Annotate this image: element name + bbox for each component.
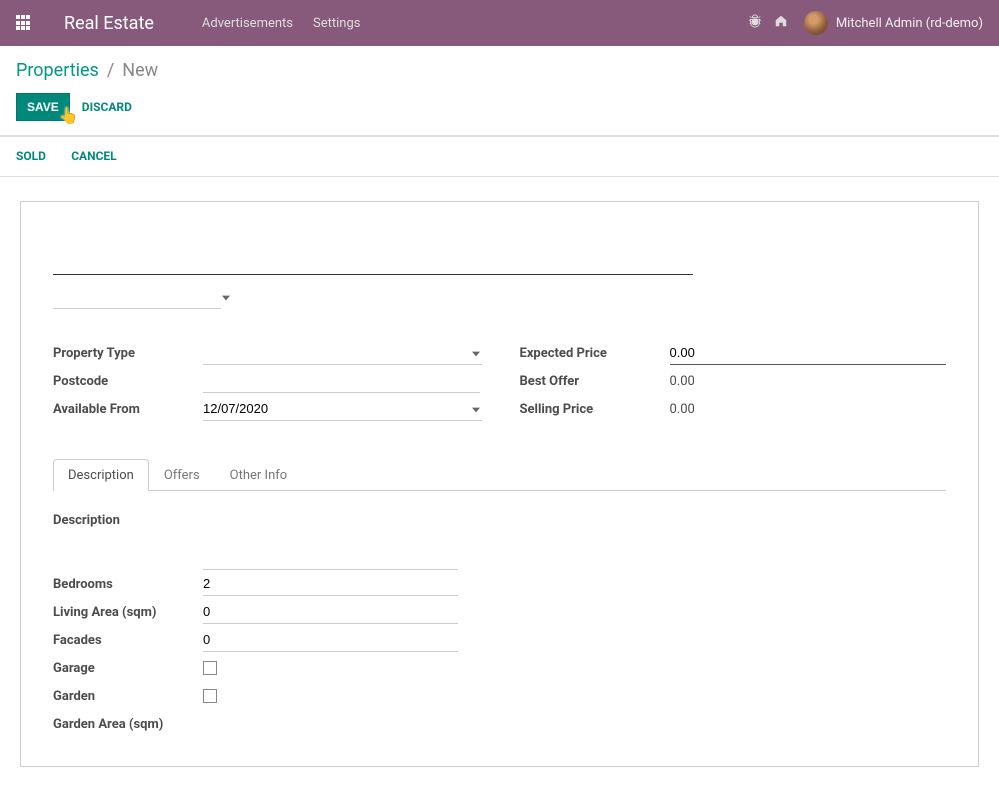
- bedrooms-input[interactable]: [203, 572, 458, 596]
- expected-price-input[interactable]: [670, 341, 947, 365]
- postcode-input[interactable]: [203, 369, 480, 393]
- breadcrumb-separator: /: [107, 60, 114, 81]
- description-section-title: Description: [53, 513, 946, 528]
- save-button[interactable]: SAVE👆: [16, 93, 70, 121]
- bedrooms-label: Bedrooms: [53, 577, 203, 592]
- available-from-input[interactable]: [203, 397, 482, 421]
- button-bar: SAVE👆 DISCARD: [0, 89, 999, 136]
- form-sheet-wrapper: Property Type Postcode Available From Ex…: [0, 177, 999, 791]
- statusbar: SOLD CANCEL: [0, 136, 999, 177]
- best-offer-value: 0.00: [670, 370, 947, 393]
- property-name-input[interactable]: [53, 230, 693, 275]
- breadcrumb-root[interactable]: Properties: [16, 60, 99, 81]
- garden-label: Garden: [53, 689, 203, 704]
- property-type-label: Property Type: [53, 346, 203, 361]
- cursor-icon: 👆: [59, 106, 79, 126]
- facades-label: Facades: [53, 633, 203, 648]
- left-column: Property Type Postcode Available From: [53, 339, 480, 423]
- tags-row: [53, 285, 946, 309]
- chevron-down-icon[interactable]: [472, 402, 480, 417]
- chevron-down-icon[interactable]: [472, 346, 480, 361]
- living-area-input[interactable]: [203, 600, 458, 624]
- breadcrumb-current: New: [122, 60, 158, 81]
- tab-other-info[interactable]: Other Info: [215, 459, 303, 491]
- garage-label: Garage: [53, 661, 203, 676]
- garden-area-label: Garden Area (sqm): [53, 717, 203, 732]
- garden-checkbox[interactable]: [203, 689, 217, 703]
- best-offer-label: Best Offer: [520, 374, 670, 389]
- menu-advertisements[interactable]: Advertisements: [202, 16, 293, 31]
- user-menu[interactable]: Mitchell Admin (rd-demo): [836, 16, 983, 31]
- description-input[interactable]: [203, 546, 458, 570]
- tabs: Description Offers Other Info: [53, 459, 946, 491]
- garage-checkbox[interactable]: [203, 661, 217, 675]
- home-icon[interactable]: [774, 14, 788, 32]
- navbar: Real Estate Advertisements Settings Mitc…: [0, 0, 999, 46]
- debug-icon[interactable]: [748, 14, 762, 32]
- tab-offers[interactable]: Offers: [149, 459, 215, 491]
- postcode-label: Postcode: [53, 374, 203, 389]
- selling-price-value: 0.00: [670, 398, 947, 421]
- form-sheet: Property Type Postcode Available From Ex…: [20, 201, 979, 767]
- tab-description[interactable]: Description: [53, 459, 149, 491]
- available-from-label: Available From: [53, 402, 203, 417]
- chevron-down-icon[interactable]: [222, 290, 230, 305]
- discard-button[interactable]: DISCARD: [82, 100, 132, 114]
- apps-icon[interactable]: [16, 15, 32, 31]
- avatar[interactable]: [804, 11, 828, 35]
- breadcrumb: Properties / New: [0, 46, 999, 89]
- cancel-button[interactable]: CANCEL: [71, 149, 116, 163]
- sold-button[interactable]: SOLD: [16, 149, 46, 163]
- right-column: Expected Price Best Offer 0.00 Selling P…: [520, 339, 947, 423]
- app-brand[interactable]: Real Estate: [64, 13, 154, 34]
- facades-input[interactable]: [203, 628, 458, 652]
- selling-price-label: Selling Price: [520, 402, 670, 417]
- main-fields-grid: Property Type Postcode Available From Ex…: [53, 339, 946, 423]
- expected-price-label: Expected Price: [520, 346, 670, 361]
- property-type-input[interactable]: [203, 341, 482, 365]
- menu-settings[interactable]: Settings: [313, 16, 360, 31]
- tags-input[interactable]: [53, 285, 221, 309]
- living-area-label: Living Area (sqm): [53, 605, 203, 620]
